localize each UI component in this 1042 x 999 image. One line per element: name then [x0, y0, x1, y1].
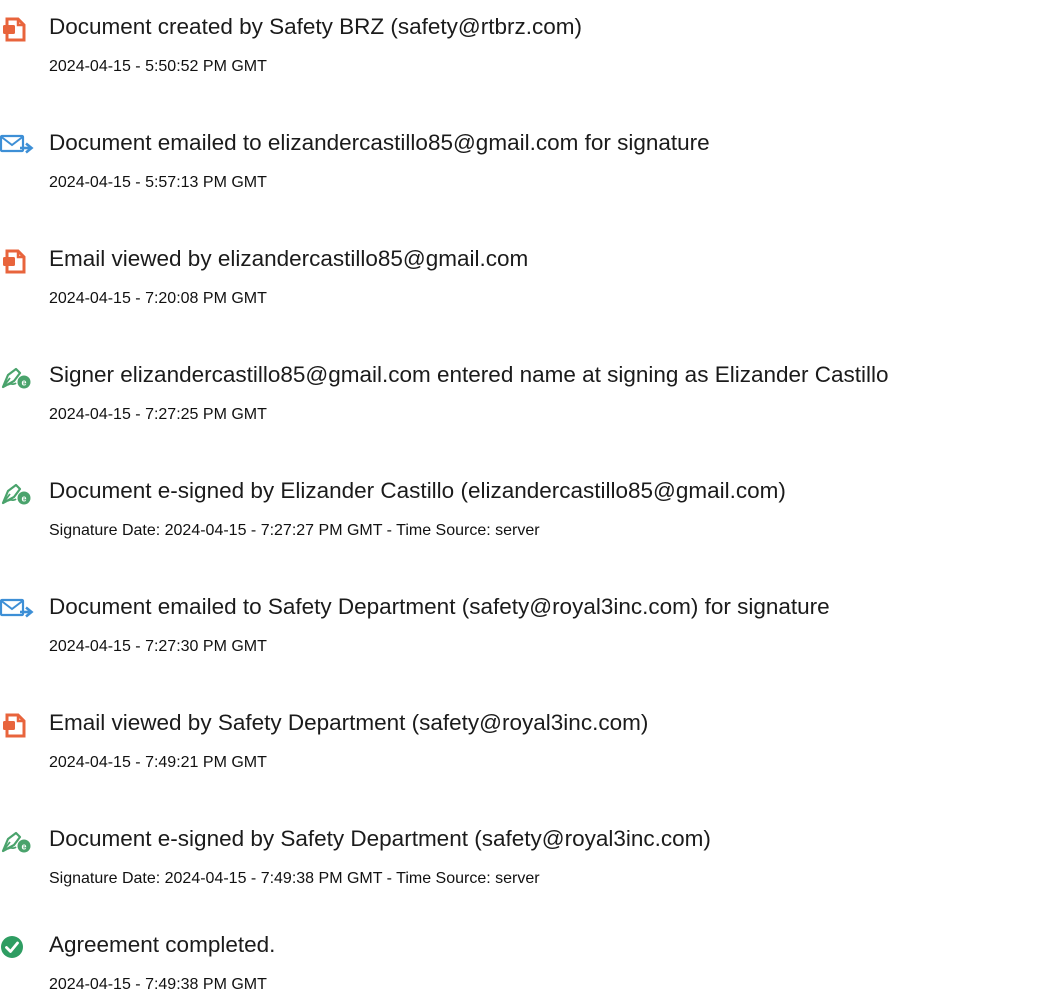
event-description: Email viewed by Safety Department (safet… — [49, 710, 649, 735]
event-description: Document emailed to elizandercastillo85@… — [49, 130, 710, 155]
audit-event: Email viewed by elizandercastillo85@gmai… — [0, 232, 1042, 312]
event-description: Agreement completed. — [49, 932, 276, 957]
document-icon — [0, 709, 34, 739]
event-timestamp: 2024-04-15 - 7:27:25 PM GMT — [49, 406, 267, 423]
event-timestamp: 2024-04-15 - 7:20:08 PM GMT — [49, 290, 267, 307]
audit-event: e Signer elizandercastillo85@gmail.com e… — [0, 348, 1042, 428]
event-timestamp: 2024-04-15 - 7:27:30 PM GMT — [49, 638, 267, 655]
event-timestamp: 2024-04-15 - 7:49:21 PM GMT — [49, 754, 267, 771]
svg-text:e: e — [21, 842, 26, 852]
event-description: Signer elizandercastillo85@gmail.com ent… — [49, 362, 889, 387]
e-sign-pen-icon: e — [0, 361, 34, 391]
document-icon — [0, 245, 34, 275]
audit-event: e Document e-signed by Safety Department… — [0, 812, 1042, 892]
event-timestamp: 2024-04-15 - 5:57:13 PM GMT — [49, 174, 267, 191]
event-timestamp: 2024-04-15 - 5:50:52 PM GMT — [49, 58, 267, 75]
audit-trail-list: Document created by Safety BRZ (safety@r… — [0, 0, 1042, 999]
event-description: Email viewed by elizandercastillo85@gmai… — [49, 246, 529, 271]
audit-event: Email viewed by Safety Department (safet… — [0, 696, 1042, 776]
event-timestamp: Signature Date: 2024-04-15 - 7:49:38 PM … — [49, 870, 540, 887]
audit-event: Agreement completed. 2024-04-15 - 7:49:3… — [0, 918, 1042, 998]
audit-event: e Document e-signed by Elizander Castill… — [0, 464, 1042, 544]
audit-event: Document created by Safety BRZ (safety@r… — [0, 0, 1042, 80]
event-timestamp: 2024-04-15 - 7:49:38 PM GMT — [49, 976, 267, 993]
event-description: Document e-signed by Elizander Castillo … — [49, 478, 786, 503]
e-sign-pen-icon: e — [0, 477, 34, 507]
svg-text:e: e — [21, 494, 26, 504]
event-description: Document emailed to Safety Department (s… — [49, 594, 830, 619]
svg-text:e: e — [21, 378, 26, 388]
event-description: Document e-signed by Safety Department (… — [49, 826, 711, 851]
audit-event: Document emailed to Safety Department (s… — [0, 580, 1042, 660]
email-send-icon — [0, 593, 34, 623]
audit-event: Document emailed to elizandercastillo85@… — [0, 116, 1042, 196]
e-sign-pen-icon: e — [0, 825, 34, 855]
event-description: Document created by Safety BRZ (safety@r… — [49, 14, 583, 39]
event-timestamp: Signature Date: 2024-04-15 - 7:27:27 PM … — [49, 522, 540, 539]
document-icon — [0, 13, 34, 43]
checkmark-circle-icon — [0, 931, 34, 961]
email-send-icon — [0, 129, 34, 159]
